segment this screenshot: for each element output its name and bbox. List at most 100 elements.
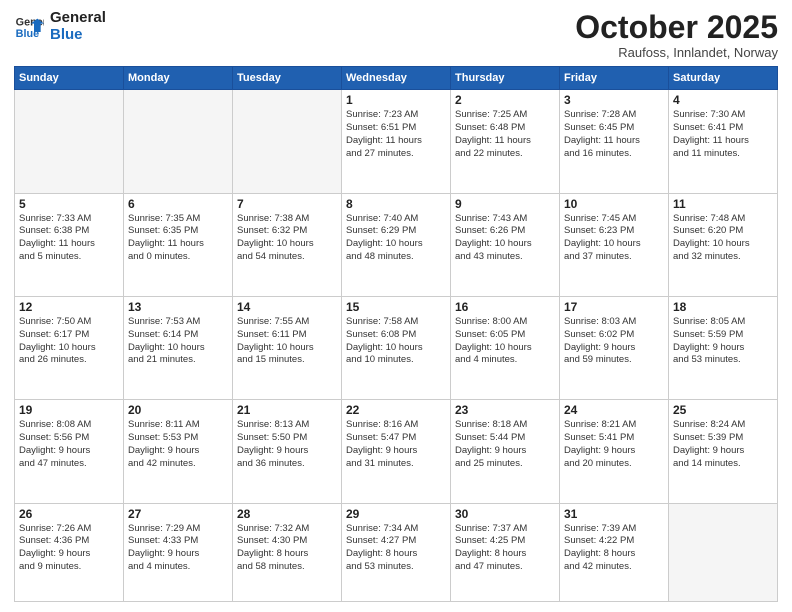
day-info: Sunrise: 8:21 AM Sunset: 5:41 PM Dayligh…: [564, 419, 664, 470]
logo: General Blue General Blue: [14, 10, 106, 43]
day-info: Sunrise: 7:37 AM Sunset: 4:25 PM Dayligh…: [455, 523, 555, 574]
calendar-cell: 4 Sunrise: 7:30 AM Sunset: 6:41 PM Daylig…: [669, 90, 778, 193]
calendar-week-row: 12 Sunrise: 7:50 AM Sunset: 6:17 PM Dayli…: [15, 296, 778, 399]
day-number: 24: [564, 403, 664, 417]
calendar-cell: [15, 90, 124, 193]
calendar-cell: 19 Sunrise: 8:08 AM Sunset: 5:56 PM Dayli…: [15, 400, 124, 503]
calendar-table: SundayMondayTuesdayWednesdayThursdayFrid…: [14, 66, 778, 602]
day-info: Sunrise: 7:58 AM Sunset: 6:08 PM Dayligh…: [346, 316, 446, 367]
day-number: 5: [19, 197, 119, 211]
calendar-cell: 21Sunrise: 8:13 AM Sunset: 5:50 PM Dayli…: [233, 400, 342, 503]
month-title: October 2025: [575, 10, 778, 45]
calendar-cell: 2Sunrise: 7:25 AM Sunset: 6:48 PM Daylig…: [451, 90, 560, 193]
day-info: Sunrise: 7:28 AM Sunset: 6:45 PM Dayligh…: [564, 109, 664, 160]
calendar-cell: 9Sunrise: 7:43 AM Sunset: 6:26 PM Daylig…: [451, 193, 560, 296]
title-block: October 2025 Raufoss, Innlandet, Norway: [575, 10, 778, 60]
page: General Blue General Blue October 2025 R…: [0, 0, 792, 612]
calendar-cell: 29 Sunrise: 7:34 AM Sunset: 4:27 PM Dayli…: [342, 503, 451, 601]
day-number: 26: [19, 507, 119, 521]
calendar-week-row: 26Sunrise: 7:26 AM Sunset: 4:36 PM Dayli…: [15, 503, 778, 601]
day-info: Sunrise: 7:48 AM Sunset: 6:20 PM Dayligh…: [673, 213, 773, 264]
day-number: 13: [128, 300, 228, 314]
day-number: 4: [673, 93, 773, 107]
day-number: 1: [346, 93, 446, 107]
day-info: Sunrise: 7:30 AM Sunset: 6:41 PM Dayligh…: [673, 109, 773, 160]
day-number: 8: [346, 197, 446, 211]
day-info: Sunrise: 7:32 AM Sunset: 4:30 PM Dayligh…: [237, 523, 337, 574]
day-info: Sunrise: 7:34 AM Sunset: 4:27 PM Dayligh…: [346, 523, 446, 574]
calendar-cell: 27Sunrise: 7:29 AM Sunset: 4:33 PM Dayli…: [124, 503, 233, 601]
calendar-cell: 6 Sunrise: 7:35 AM Sunset: 6:35 PM Daylig…: [124, 193, 233, 296]
calendar-cell: 8 Sunrise: 7:40 AM Sunset: 6:29 PM Daylig…: [342, 193, 451, 296]
day-number: 12: [19, 300, 119, 314]
day-number: 15: [346, 300, 446, 314]
header: General Blue General Blue October 2025 R…: [14, 10, 778, 60]
day-number: 11: [673, 197, 773, 211]
day-number: 2: [455, 93, 555, 107]
day-number: 28: [237, 507, 337, 521]
day-number: 30: [455, 507, 555, 521]
weekday-header-saturday: Saturday: [669, 67, 778, 90]
calendar-cell: 18 Sunrise: 8:05 AM Sunset: 5:59 PM Dayli…: [669, 296, 778, 399]
calendar-cell: 5 Sunrise: 7:33 AM Sunset: 6:38 PM Daylig…: [15, 193, 124, 296]
day-number: 20: [128, 403, 228, 417]
day-info: Sunrise: 7:53 AM Sunset: 6:14 PM Dayligh…: [128, 316, 228, 367]
calendar-week-row: 5 Sunrise: 7:33 AM Sunset: 6:38 PM Daylig…: [15, 193, 778, 296]
day-number: 17: [564, 300, 664, 314]
day-number: 29: [346, 507, 446, 521]
day-info: Sunrise: 8:05 AM Sunset: 5:59 PM Dayligh…: [673, 316, 773, 367]
day-number: 31: [564, 507, 664, 521]
day-number: 27: [128, 507, 228, 521]
day-info: Sunrise: 8:16 AM Sunset: 5:47 PM Dayligh…: [346, 419, 446, 470]
day-number: 9: [455, 197, 555, 211]
logo-icon: General Blue: [14, 12, 44, 42]
calendar-cell: 20 Sunrise: 8:11 AM Sunset: 5:53 PM Dayli…: [124, 400, 233, 503]
day-info: Sunrise: 7:39 AM Sunset: 4:22 PM Dayligh…: [564, 523, 664, 574]
weekday-header-thursday: Thursday: [451, 67, 560, 90]
calendar-week-row: 1Sunrise: 7:23 AM Sunset: 6:51 PM Daylig…: [15, 90, 778, 193]
calendar-cell: [124, 90, 233, 193]
location-subtitle: Raufoss, Innlandet, Norway: [575, 45, 778, 60]
day-number: 6: [128, 197, 228, 211]
day-info: Sunrise: 8:11 AM Sunset: 5:53 PM Dayligh…: [128, 419, 228, 470]
weekday-header-sunday: Sunday: [15, 67, 124, 90]
weekday-header-friday: Friday: [560, 67, 669, 90]
calendar-cell: 30 Sunrise: 7:37 AM Sunset: 4:25 PM Dayli…: [451, 503, 560, 601]
day-info: Sunrise: 7:55 AM Sunset: 6:11 PM Dayligh…: [237, 316, 337, 367]
calendar-cell: 7Sunrise: 7:38 AM Sunset: 6:32 PM Daylig…: [233, 193, 342, 296]
calendar-cell: 16Sunrise: 8:00 AM Sunset: 6:05 PM Dayli…: [451, 296, 560, 399]
day-info: Sunrise: 7:35 AM Sunset: 6:35 PM Dayligh…: [128, 213, 228, 264]
logo-blue: Blue: [50, 27, 106, 44]
day-number: 22: [346, 403, 446, 417]
day-number: 25: [673, 403, 773, 417]
day-info: Sunrise: 7:38 AM Sunset: 6:32 PM Dayligh…: [237, 213, 337, 264]
calendar-cell: 10 Sunrise: 7:45 AM Sunset: 6:23 PM Dayli…: [560, 193, 669, 296]
day-info: Sunrise: 8:08 AM Sunset: 5:56 PM Dayligh…: [19, 419, 119, 470]
day-number: 14: [237, 300, 337, 314]
day-info: Sunrise: 7:45 AM Sunset: 6:23 PM Dayligh…: [564, 213, 664, 264]
day-info: Sunrise: 8:24 AM Sunset: 5:39 PM Dayligh…: [673, 419, 773, 470]
weekday-header-monday: Monday: [124, 67, 233, 90]
calendar-cell: [233, 90, 342, 193]
day-number: 3: [564, 93, 664, 107]
calendar-cell: 1Sunrise: 7:23 AM Sunset: 6:51 PM Daylig…: [342, 90, 451, 193]
calendar-cell: 23 Sunrise: 8:18 AM Sunset: 5:44 PM Dayli…: [451, 400, 560, 503]
calendar-cell: 31 Sunrise: 7:39 AM Sunset: 4:22 PM Dayli…: [560, 503, 669, 601]
day-info: Sunrise: 8:18 AM Sunset: 5:44 PM Dayligh…: [455, 419, 555, 470]
day-number: 19: [19, 403, 119, 417]
calendar-cell: [669, 503, 778, 601]
calendar-cell: 25 Sunrise: 8:24 AM Sunset: 5:39 PM Dayli…: [669, 400, 778, 503]
weekday-header-tuesday: Tuesday: [233, 67, 342, 90]
calendar-cell: 24 Sunrise: 8:21 AM Sunset: 5:41 PM Dayli…: [560, 400, 669, 503]
day-number: 21: [237, 403, 337, 417]
calendar-cell: 11 Sunrise: 7:48 AM Sunset: 6:20 PM Dayli…: [669, 193, 778, 296]
calendar-cell: 28 Sunrise: 7:32 AM Sunset: 4:30 PM Dayli…: [233, 503, 342, 601]
day-info: Sunrise: 7:33 AM Sunset: 6:38 PM Dayligh…: [19, 213, 119, 264]
day-info: Sunrise: 7:50 AM Sunset: 6:17 PM Dayligh…: [19, 316, 119, 367]
weekday-header-row: SundayMondayTuesdayWednesdayThursdayFrid…: [15, 67, 778, 90]
day-number: 23: [455, 403, 555, 417]
day-info: Sunrise: 7:40 AM Sunset: 6:29 PM Dayligh…: [346, 213, 446, 264]
day-number: 18: [673, 300, 773, 314]
day-number: 10: [564, 197, 664, 211]
calendar-cell: 17Sunrise: 8:03 AM Sunset: 6:02 PM Dayli…: [560, 296, 669, 399]
